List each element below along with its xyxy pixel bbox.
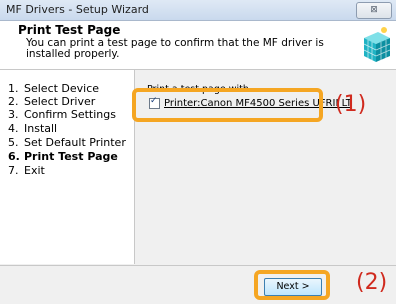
step-select-device: 1. Select Device bbox=[8, 82, 100, 95]
step-select-driver: 2. Select Driver bbox=[8, 95, 96, 108]
callout-highlight-1 bbox=[132, 88, 323, 122]
step-set-default-printer: 5. Set Default Printer bbox=[8, 136, 126, 149]
title-bar: MF Drivers - Setup Wizard ⊠ bbox=[0, 0, 396, 21]
window-title: MF Drivers - Setup Wizard bbox=[6, 3, 149, 16]
steps-sidebar: 1. Select Device 2. Select Driver 3. Confir… bbox=[0, 70, 135, 264]
callout-highlight-2 bbox=[254, 270, 330, 300]
wizard-footer bbox=[0, 265, 396, 304]
wizard-header: Print Test Page You can print a test pag… bbox=[0, 21, 396, 70]
callout-label-2: (2) bbox=[356, 270, 388, 295]
page-title: Print Test Page bbox=[18, 23, 121, 37]
step-exit: 7. Exit bbox=[8, 164, 45, 177]
driver-package-icon bbox=[363, 27, 391, 62]
close-button[interactable]: ⊠ bbox=[356, 2, 392, 19]
step-print-test-page: 6. Print Test Page bbox=[8, 150, 118, 163]
step-confirm-settings: 3. Confirm Settings bbox=[8, 108, 116, 121]
step-install: 4. Install bbox=[8, 122, 58, 135]
callout-label-1: (1) bbox=[335, 92, 367, 117]
setup-wizard-window: MF Drivers - Setup Wizard ⊠ Print Test P… bbox=[0, 0, 396, 304]
page-subtitle: You can print a test page to confirm tha… bbox=[26, 37, 324, 60]
